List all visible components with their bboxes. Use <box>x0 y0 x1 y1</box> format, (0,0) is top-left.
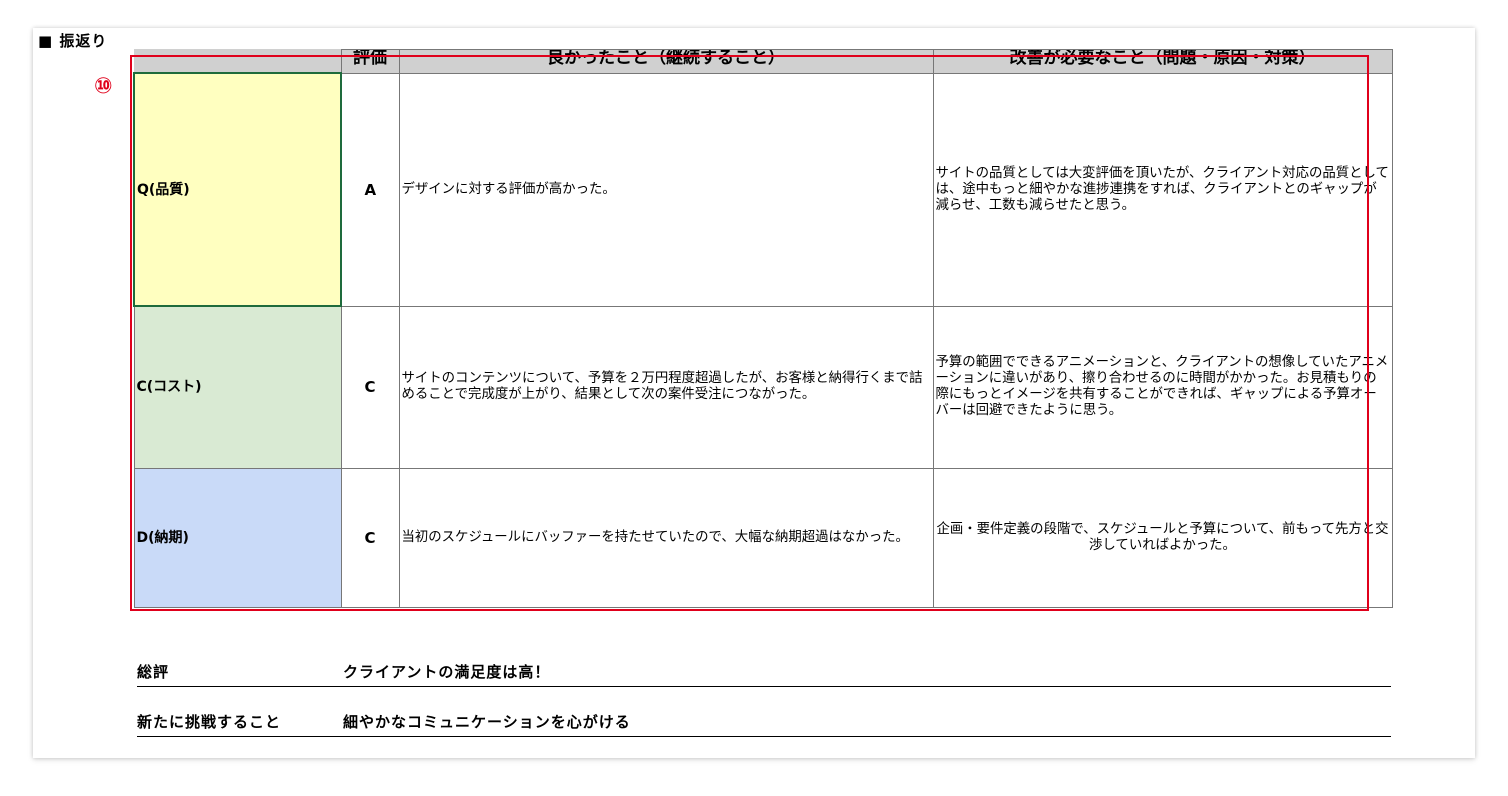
overall-review-value[interactable]: クライアントの満足度は高！ <box>343 661 550 682</box>
grade-cell-cost[interactable]: C <box>340 305 400 469</box>
overall-review-label: 総評 <box>137 663 170 681</box>
improve-cell-cost[interactable]: 予算の範囲でできるアニメーションと、クライアントの想像していたアニメーションに違… <box>932 305 1393 469</box>
table-row-delivery: D(納期) C 当初のスケジュールにバッファーを持たせていたので、大幅な納期超過… <box>133 467 1393 608</box>
review-table: 評価 良かったこと（継続すること） 改善が必要なこと（問題・原因・対策） Q(品… <box>133 49 1393 608</box>
good-cell-delivery[interactable]: 当初のスケジュールにバッファーを持たせていたので、大幅な納期超過はなかった。 <box>398 467 934 608</box>
annotation-marker: ⑩ <box>94 74 113 99</box>
good-cell-cost[interactable]: サイトのコンテンツについて、予算を２万円程度超過したが、お客様と納得行くまで詰め… <box>398 305 934 469</box>
improve-cell-quality[interactable]: サイトの品質としては大変評価を頂いたが、クライアント対応の品質としては、途中もっ… <box>932 72 1393 307</box>
new-challenge-label: 新たに挑戦すること <box>137 713 282 731</box>
section-title: ■ 振返り <box>38 32 108 50</box>
header-blank-cell[interactable] <box>133 49 342 74</box>
header-row: 評価 良かったこと（継続すること） 改善が必要なこと（問題・原因・対策） <box>133 49 1393 74</box>
table-row-cost: C(コスト) C サイトのコンテンツについて、予算を２万円程度超過したが、お客様… <box>133 305 1393 469</box>
new-challenge-value[interactable]: 細やかなコミュニケーションを心がける <box>343 711 631 732</box>
category-cell-delivery[interactable]: D(納期) <box>133 467 342 608</box>
header-good[interactable]: 良かったこと（継続すること） <box>398 49 934 74</box>
header-grade[interactable]: 評価 <box>340 49 400 74</box>
new-challenge-row: 新たに挑戦すること 細やかなコミュニケーションを心がける <box>137 712 1391 737</box>
table-row-quality: Q(品質) A デザインに対する評価が高かった。 サイトの品質としては大変評価を… <box>133 72 1393 307</box>
category-cell-cost[interactable]: C(コスト) <box>133 305 342 469</box>
header-improve[interactable]: 改善が必要なこと（問題・原因・対策） <box>932 49 1393 74</box>
good-cell-quality[interactable]: デザインに対する評価が高かった。 <box>398 72 934 307</box>
improve-cell-delivery[interactable]: 企画・要件定義の段階で、スケジュールと予算について、前もって先方と交渉していれば… <box>932 467 1393 608</box>
grade-cell-delivery[interactable]: C <box>340 467 400 608</box>
overall-review-row: 総評 クライアントの満足度は高！ <box>137 662 1391 687</box>
grade-cell-quality[interactable]: A <box>340 72 400 307</box>
category-cell-quality[interactable]: Q(品質) <box>133 72 342 307</box>
